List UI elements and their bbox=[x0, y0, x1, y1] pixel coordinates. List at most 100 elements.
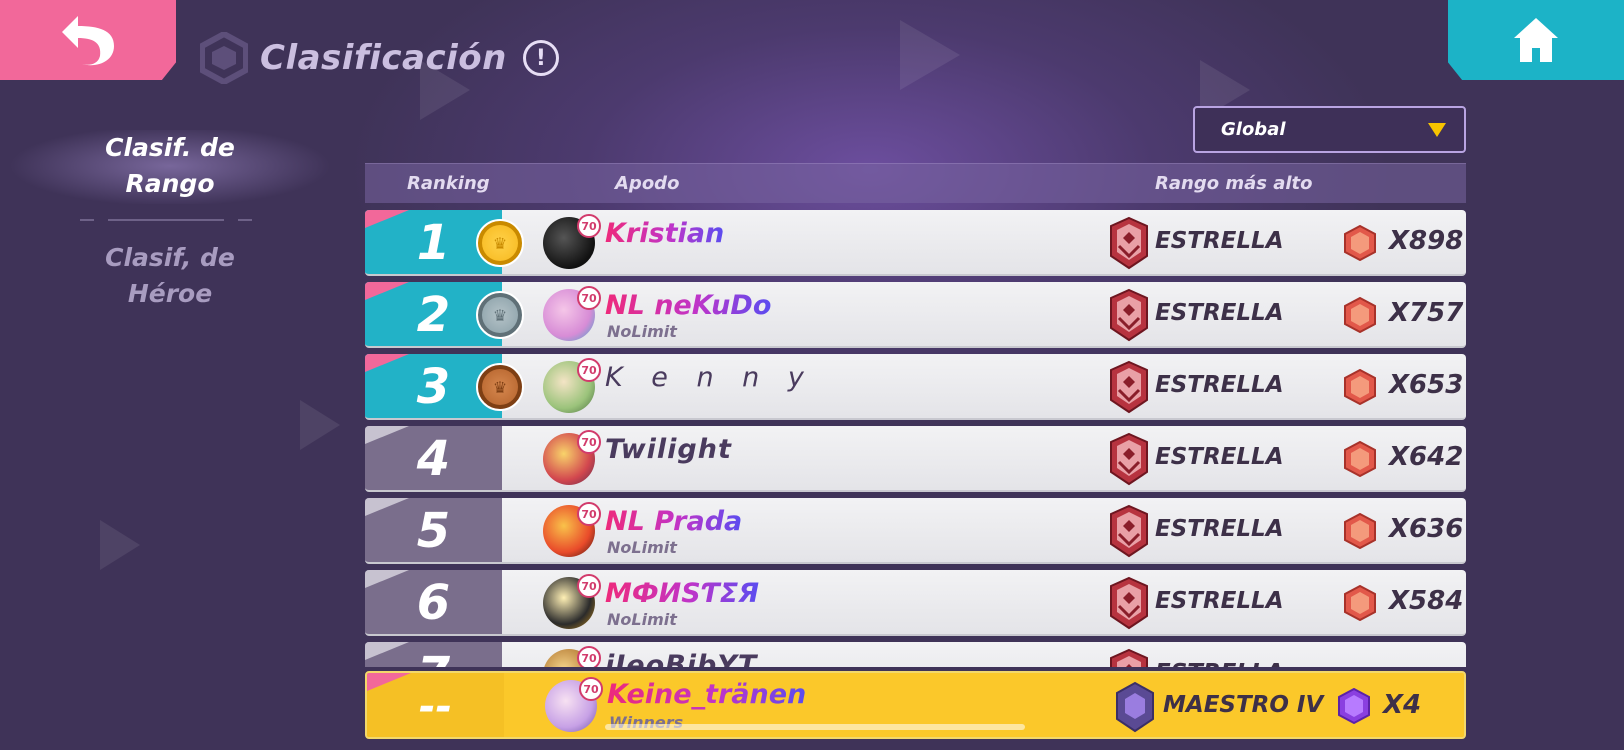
red-gem-icon bbox=[1344, 441, 1376, 477]
avatar[interactable]: 70 bbox=[543, 646, 601, 667]
page-title: Clasificación bbox=[260, 38, 507, 78]
player-name: Kristian bbox=[605, 218, 725, 249]
rank-number: 6 bbox=[416, 575, 451, 631]
star-rank-icon bbox=[1110, 576, 1148, 630]
rank-cell: 6 bbox=[365, 570, 502, 634]
tier-name: MAESTRO IV bbox=[1163, 692, 1324, 718]
player-name: K e n n y bbox=[605, 362, 814, 393]
leaderboard-row[interactable]: 1 ♛ 70 Kristian ESTRELLA X898 bbox=[365, 210, 1466, 276]
rank-corner bbox=[365, 426, 409, 444]
avatar[interactable]: 70 bbox=[545, 677, 603, 732]
rank-cell: 5 bbox=[365, 498, 502, 562]
star-count: X4 bbox=[1383, 690, 1422, 720]
guild-name: NoLimit bbox=[607, 322, 677, 341]
rank-number: 5 bbox=[416, 503, 451, 559]
tier-name: ESTRELLA bbox=[1155, 444, 1284, 470]
region-dropdown[interactable]: Global bbox=[1193, 106, 1466, 153]
rank-number: -- bbox=[418, 684, 453, 730]
level-badge: 70 bbox=[579, 677, 603, 701]
player-name: NL neKuDo bbox=[605, 290, 772, 321]
star-count: X757 bbox=[1389, 298, 1464, 328]
leaderboard-row[interactable]: 3 ♛ 70 K e n n y ESTRELLA X653 bbox=[365, 354, 1466, 420]
guild-name: NoLimit bbox=[607, 538, 677, 557]
tier-name: ESTRELLA bbox=[1155, 588, 1284, 614]
leaderboard-row[interactable]: 4 70 Twilight ESTRELLA X642 bbox=[365, 426, 1466, 492]
rank-cell: -- bbox=[367, 673, 504, 737]
rank-corner bbox=[365, 354, 409, 372]
column-nickname: Apodo bbox=[615, 173, 680, 194]
star-count: X653 bbox=[1389, 370, 1464, 400]
home-button[interactable] bbox=[1448, 0, 1624, 80]
rank-cell: 4 bbox=[365, 426, 502, 490]
level-badge: 70 bbox=[577, 574, 601, 598]
gold-medal-icon: ♛ bbox=[476, 219, 524, 267]
tier-name: ESTRELLA bbox=[1155, 228, 1284, 254]
level-badge: 70 bbox=[577, 214, 601, 238]
avatar[interactable]: 70 bbox=[543, 574, 601, 629]
level-badge: 70 bbox=[577, 358, 601, 382]
red-gem-icon bbox=[1344, 585, 1376, 621]
avatar[interactable]: 70 bbox=[543, 286, 601, 341]
guild-name: NoLimit bbox=[607, 610, 677, 629]
caret-down-icon bbox=[1428, 122, 1446, 137]
table-header: Ranking Apodo Rango más alto bbox=[365, 163, 1466, 203]
rank-corner bbox=[365, 642, 409, 660]
avatar[interactable]: 70 bbox=[543, 430, 601, 485]
player-name: NL Prada bbox=[605, 506, 743, 537]
tab-rank-leaderboard[interactable]: Clasif. de Rango bbox=[0, 130, 340, 204]
tab-label-line1: Clasif, de bbox=[105, 243, 235, 272]
player-name: МФИЅƬΣЯ bbox=[605, 578, 759, 609]
level-badge: 70 bbox=[577, 430, 601, 454]
rank-corner bbox=[367, 673, 411, 691]
scrollbar[interactable] bbox=[605, 724, 1025, 730]
tab-label-line1: Clasif. de bbox=[105, 133, 235, 162]
tier-name: ESTRELLA bbox=[1155, 300, 1284, 326]
title-bar: Clasificación ! bbox=[200, 30, 559, 86]
rank-corner bbox=[365, 282, 409, 300]
column-ranking: Ranking bbox=[407, 173, 490, 194]
home-icon bbox=[1514, 18, 1558, 62]
player-name: Keine_tränen bbox=[607, 679, 807, 710]
red-gem-icon bbox=[1344, 225, 1376, 261]
rank-corner bbox=[365, 210, 409, 228]
tier-name: ESTRELLA bbox=[1155, 516, 1284, 542]
avatar[interactable]: 70 bbox=[543, 214, 601, 269]
bronze-medal-icon: ♛ bbox=[476, 363, 524, 411]
purple-gem-icon bbox=[1338, 688, 1370, 724]
level-badge: 70 bbox=[577, 286, 601, 310]
star-count: X636 bbox=[1389, 514, 1464, 544]
silver-medal-icon: ♛ bbox=[476, 291, 524, 339]
avatar[interactable]: 70 bbox=[543, 502, 601, 557]
star-rank-icon bbox=[1110, 360, 1148, 414]
leaderboard-row[interactable]: 6 70 МФИЅƬΣЯ NoLimit ESTRELLA X584 bbox=[365, 570, 1466, 636]
column-highest-rank: Rango más alto bbox=[1155, 173, 1313, 194]
tab-label-line2: Héroe bbox=[127, 279, 213, 308]
rank-number: 2 bbox=[416, 287, 451, 343]
region-dropdown-value: Global bbox=[1221, 119, 1286, 140]
leaderboard-row[interactable]: 2 ♛ 70 NL neKuDo NoLimit ESTRELLA X757 bbox=[365, 282, 1466, 348]
leaderboard-list[interactable]: 1 ♛ 70 Kristian ESTRELLA X898 2 ♛ 70 NL … bbox=[365, 210, 1466, 667]
star-count: X584 bbox=[1389, 586, 1464, 616]
rank-number: 1 bbox=[416, 215, 451, 271]
master-rank-icon bbox=[1116, 681, 1154, 733]
leaderboard-row[interactable]: 5 70 NL Prada NoLimit ESTRELLA X636 bbox=[365, 498, 1466, 564]
star-rank-icon bbox=[1110, 504, 1148, 558]
rank-number: 7 bbox=[417, 647, 450, 667]
star-rank-icon bbox=[1110, 288, 1148, 342]
rank-corner bbox=[365, 498, 409, 516]
sidebar-divider bbox=[80, 219, 252, 221]
avatar[interactable]: 70 bbox=[543, 358, 601, 413]
info-icon[interactable]: ! bbox=[522, 40, 559, 76]
rank-number: 4 bbox=[416, 431, 451, 487]
tier-name: ESTRELLA bbox=[1155, 372, 1284, 398]
rank-cell: 7 bbox=[365, 642, 502, 667]
red-gem-icon bbox=[1344, 513, 1376, 549]
leaderboard-row[interactable]: 7 70 iJeoBibYT ESTRELLA bbox=[365, 642, 1466, 667]
rank-number: 3 bbox=[416, 359, 451, 415]
tab-hero-leaderboard[interactable]: Clasif, de Héroe bbox=[0, 240, 340, 312]
back-button[interactable] bbox=[0, 0, 176, 80]
star-count: X642 bbox=[1389, 442, 1464, 472]
level-badge: 70 bbox=[577, 646, 601, 667]
tab-label-line2: Rango bbox=[125, 169, 215, 198]
star-count: X898 bbox=[1389, 226, 1464, 256]
